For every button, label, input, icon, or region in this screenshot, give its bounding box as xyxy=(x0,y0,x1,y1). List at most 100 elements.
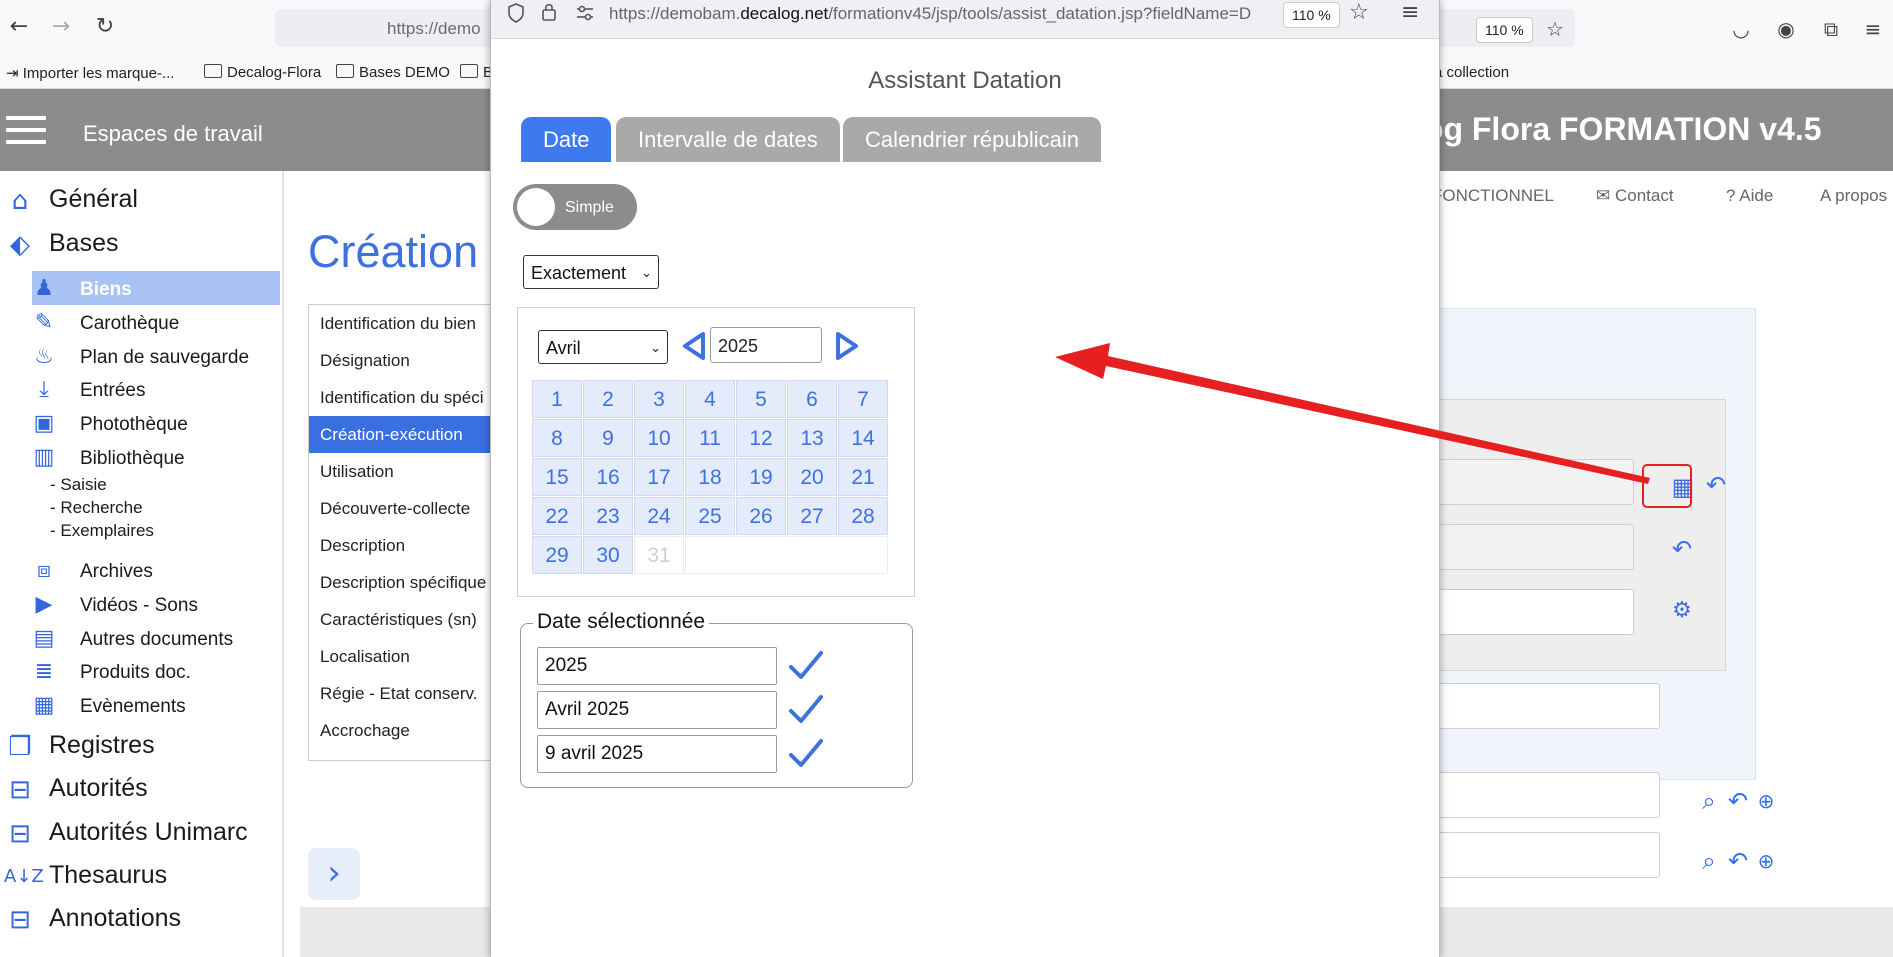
calendar-day[interactable]: 14 xyxy=(838,419,888,457)
add-circle-icon[interactable]: ⊕ xyxy=(1752,847,1780,875)
text-field[interactable] xyxy=(1404,772,1660,818)
zoom-badge[interactable]: 110 % xyxy=(1476,17,1533,43)
section-item[interactable]: Utilisation xyxy=(309,453,519,490)
books-icon: ▥ xyxy=(33,445,55,470)
gear-icon[interactable]: ⚙ xyxy=(1668,597,1696,625)
undo-icon[interactable]: ↶ xyxy=(1668,535,1696,563)
next-section-button[interactable]: › xyxy=(308,848,360,900)
calendar-day[interactable]: 4 xyxy=(685,380,735,418)
reload-icon[interactable]: ↻ xyxy=(92,14,118,40)
calendar-day[interactable]: 25 xyxy=(685,497,735,535)
search-icon[interactable]: ⌕ xyxy=(1695,847,1723,875)
tab-intervalle[interactable]: Intervalle de dates xyxy=(616,117,840,162)
previous-month-icon[interactable] xyxy=(681,331,707,361)
calendar-day[interactable]: 6 xyxy=(787,380,837,418)
selected-year-field[interactable]: 2025 xyxy=(537,647,777,685)
menu-icon[interactable]: ≡ xyxy=(1862,18,1884,40)
calendar-day[interactable]: 15 xyxy=(532,458,582,496)
hamburger-menu-icon[interactable] xyxy=(6,116,46,144)
search-icon[interactable]: ⌕ xyxy=(1695,787,1723,815)
section-item[interactable]: Identification du bien xyxy=(309,305,519,342)
calendar-day[interactable]: 19 xyxy=(736,458,786,496)
undo-icon[interactable]: ↶ xyxy=(1702,471,1730,499)
menu-icon[interactable]: ≡ xyxy=(1401,0,1419,25)
bookmark-b[interactable]: B xyxy=(460,64,493,81)
section-item[interactable]: Description spécifique xyxy=(309,564,519,601)
section-item[interactable]: Découverte-collecte xyxy=(309,490,519,527)
check-icon[interactable] xyxy=(787,737,825,771)
calendar-day[interactable]: 18 xyxy=(685,458,735,496)
calendar-day[interactable]: 8 xyxy=(532,419,582,457)
link-contact[interactable]: ✉ Contact xyxy=(1596,186,1674,206)
calendar-day[interactable]: 17 xyxy=(634,458,684,496)
calendar-day[interactable]: 28 xyxy=(838,497,888,535)
precision-select[interactable]: Exactement ⌄ xyxy=(523,255,659,289)
section-item[interactable]: Localisation xyxy=(309,638,519,675)
calendar-day[interactable]: 20 xyxy=(787,458,837,496)
bookmark-star-icon[interactable]: ☆ xyxy=(1544,18,1566,40)
calendar-day[interactable]: 1 xyxy=(532,380,582,418)
calendar-day[interactable]: 3 xyxy=(634,380,684,418)
calendar-day[interactable]: 16 xyxy=(583,458,633,496)
simple-toggle[interactable]: Simple xyxy=(513,184,637,230)
calendar-day[interactable]: 27 xyxy=(787,497,837,535)
section-item[interactable]: Désignation xyxy=(309,342,519,379)
section-item[interactable]: Entrée xyxy=(309,749,519,760)
link-fonctionnel[interactable]: FONCTIONNEL xyxy=(1432,186,1554,206)
bookmark-bases-demo[interactable]: Bases DEMO xyxy=(336,64,450,81)
undo-icon[interactable]: ↶ xyxy=(1724,787,1752,815)
bookmark-star-icon[interactable]: ☆ xyxy=(1349,0,1369,25)
year-input[interactable]: 2025 xyxy=(710,327,822,363)
undo-icon[interactable]: ↶ xyxy=(1724,847,1752,875)
tab-date[interactable]: Date xyxy=(521,117,612,162)
section-item[interactable]: Accrochage xyxy=(309,712,519,749)
popup-address-bar[interactable]: https://demobam.decalog.net/formationv45… xyxy=(491,0,1439,39)
calendar-day[interactable]: 21 xyxy=(838,458,888,496)
calendar-day[interactable]: 13 xyxy=(787,419,837,457)
book-open-icon: ⊟ xyxy=(9,819,31,849)
calendar-day[interactable]: 30 xyxy=(583,536,633,574)
section-item[interactable]: Description xyxy=(309,527,519,564)
check-icon[interactable] xyxy=(787,693,825,727)
next-month-icon[interactable] xyxy=(834,331,860,361)
calendar-day[interactable]: 12 xyxy=(736,419,786,457)
forward-icon[interactable]: → xyxy=(48,14,74,40)
calendar-day[interactable]: 7 xyxy=(838,380,888,418)
month-select[interactable]: Avril ⌄ xyxy=(538,330,668,364)
calendar-day[interactable]: 9 xyxy=(583,419,633,457)
calendar-day[interactable]: 26 xyxy=(736,497,786,535)
account-icon[interactable]: ◉ xyxy=(1775,18,1797,40)
popup-zoom-badge[interactable]: 110 % xyxy=(1283,2,1340,28)
extensions-icon[interactable]: ⧉ xyxy=(1820,18,1842,40)
calendar-day[interactable]: 22 xyxy=(532,497,582,535)
text-field[interactable] xyxy=(1404,832,1660,878)
calendar-day[interactable]: 23 xyxy=(583,497,633,535)
selected-date-group: Date sélectionnée 2025 Avril 2025 9 avri… xyxy=(520,610,913,788)
calendar-day[interactable]: 10 xyxy=(634,419,684,457)
section-item[interactable]: Caractéristiques (sn) xyxy=(309,601,519,638)
workspaces-link[interactable]: Espaces de travail xyxy=(83,121,263,147)
calendar-day[interactable]: 24 xyxy=(634,497,684,535)
calendar-day[interactable]: 29 xyxy=(532,536,582,574)
bookmark-import[interactable]: ⇥ Importer les marque-... xyxy=(6,64,174,82)
url-text: https://demo xyxy=(387,19,481,38)
section-item-active[interactable]: Création-exécution xyxy=(309,416,519,453)
calendar-day[interactable]: 11 xyxy=(685,419,735,457)
back-icon[interactable]: ← xyxy=(6,14,32,40)
pocket-icon[interactable]: ◡ xyxy=(1730,18,1752,40)
link-a-propos[interactable]: A propos xyxy=(1820,186,1887,206)
calendar-day[interactable]: 2 xyxy=(583,380,633,418)
add-circle-icon[interactable]: ⊕ xyxy=(1752,787,1780,815)
selected-month-field[interactable]: Avril 2025 xyxy=(537,691,777,729)
calendar-day[interactable]: 5 xyxy=(736,380,786,418)
text-field[interactable] xyxy=(1404,683,1660,729)
check-icon[interactable] xyxy=(787,649,825,683)
tab-calendrier-republicain[interactable]: Calendrier républicain xyxy=(843,117,1102,162)
bookmark-decalog-flora[interactable]: Decalog-Flora xyxy=(204,64,321,81)
selected-date-legend: Date sélectionnée xyxy=(533,610,710,634)
section-item[interactable]: Identification du spéci xyxy=(309,379,519,416)
bookmark-collection[interactable]: a collection xyxy=(1434,64,1509,81)
link-aide[interactable]: ? Aide xyxy=(1726,186,1773,206)
section-item[interactable]: Régie - Etat conserv. xyxy=(309,675,519,712)
selected-day-field[interactable]: 9 avril 2025 xyxy=(537,735,777,773)
